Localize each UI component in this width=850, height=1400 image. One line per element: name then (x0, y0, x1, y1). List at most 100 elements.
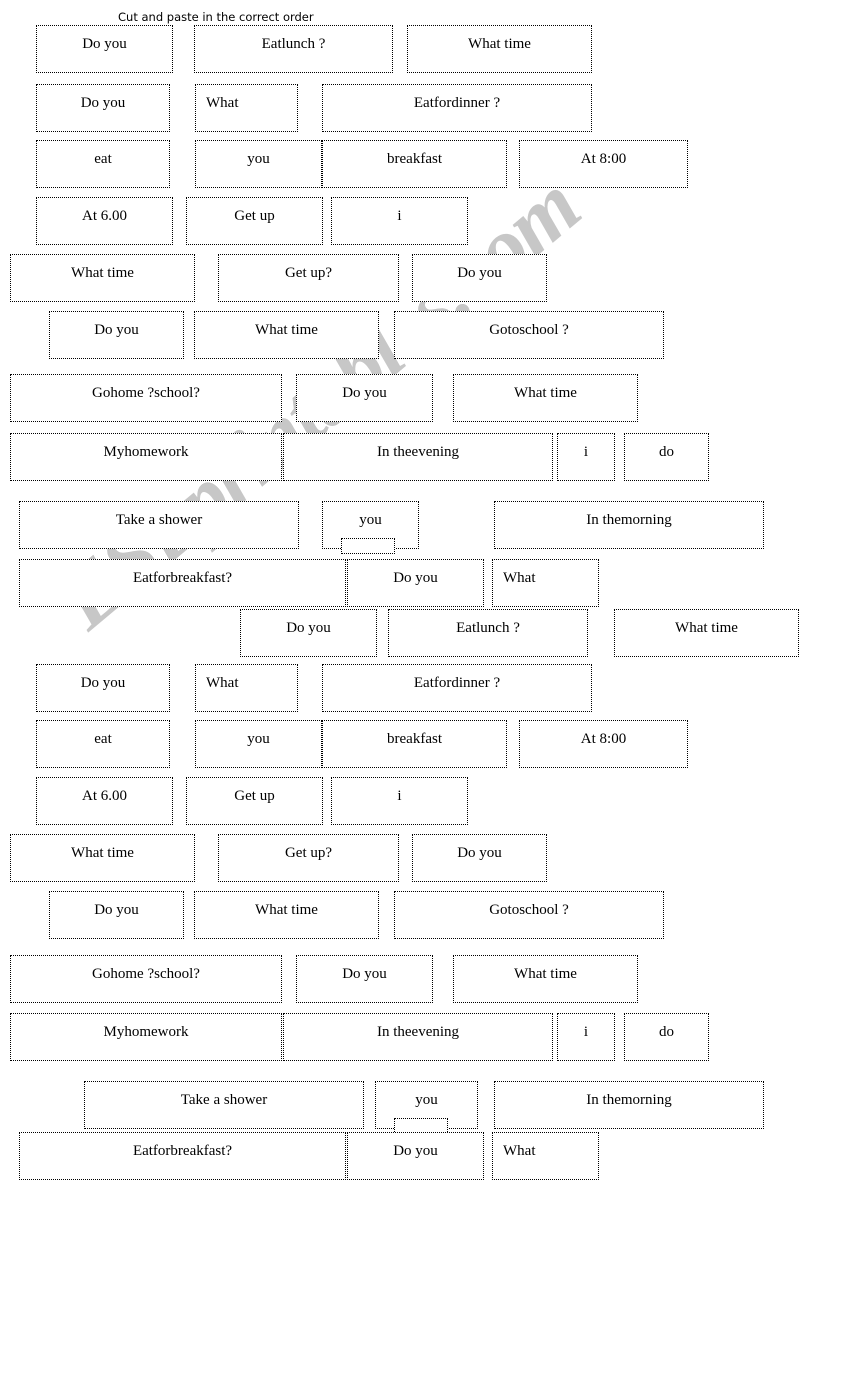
word-card[interactable]: What time (614, 609, 799, 657)
word-card[interactable]: i (331, 777, 468, 825)
card-row: Take a shower you In themorning (0, 501, 850, 554)
word-card[interactable]: Eatforbreakfast? (19, 1132, 346, 1180)
word-card[interactable]: breakfast (322, 140, 507, 188)
word-card[interactable]: Gotoschool ? (394, 891, 664, 939)
word-card[interactable]: Do you (36, 84, 170, 132)
word-card[interactable]: What (492, 559, 599, 607)
card-row: Do you What Eatfordinner ? (0, 664, 850, 712)
word-card[interactable]: Eatlunch ? (388, 609, 588, 657)
word-card-label: do (659, 444, 674, 460)
word-card[interactable]: Do you (296, 955, 433, 1003)
word-card-label: Myhomework (103, 444, 189, 460)
word-card[interactable]: do (624, 433, 709, 481)
word-card-label: What time (514, 385, 577, 401)
word-card[interactable]: you (195, 140, 322, 188)
word-card-label: At 6.00 (82, 788, 127, 804)
word-card[interactable]: breakfast (322, 720, 507, 768)
word-card[interactable]: you (195, 720, 322, 768)
word-card[interactable]: What time (453, 955, 638, 1003)
word-card[interactable]: Gohome ?school? (10, 374, 282, 422)
word-card[interactable]: Do you (412, 834, 547, 882)
word-card[interactable]: you (322, 501, 419, 554)
word-card[interactable]: Do you (240, 609, 377, 657)
word-card-label: What time (71, 265, 134, 281)
word-card-label: i (397, 788, 402, 804)
word-card[interactable]: Do you (36, 25, 173, 73)
word-card[interactable]: Eatforbreakfast? (19, 559, 346, 607)
word-card[interactable]: In themorning (494, 501, 764, 549)
word-card-label: Eatforbreakfast? (132, 570, 233, 586)
word-card[interactable]: Do you (347, 1132, 484, 1180)
word-card[interactable]: you (375, 1081, 478, 1134)
word-card[interactable]: What time (194, 311, 379, 359)
word-card[interactable]: In theevening (283, 1013, 553, 1061)
card-row: Eatforbreakfast? Do you What (0, 1132, 850, 1180)
word-card[interactable]: What time (194, 891, 379, 939)
word-card[interactable]: What time (453, 374, 638, 422)
word-card[interactable]: At 8:00 (519, 720, 688, 768)
word-card[interactable]: What time (10, 254, 195, 302)
word-card-label: Eatfordinner ? (413, 95, 501, 111)
word-card[interactable]: Get up (186, 197, 323, 245)
word-card[interactable]: Do you (412, 254, 547, 302)
word-card[interactable]: Myhomework (10, 1013, 282, 1061)
word-card[interactable]: In themorning (494, 1081, 764, 1129)
word-card[interactable]: Take a shower (19, 501, 299, 549)
word-card[interactable]: Take a shower (84, 1081, 364, 1129)
word-card[interactable]: Eatlunch ? (194, 25, 393, 73)
card-row: What time Get up? Do you (0, 254, 850, 302)
word-card[interactable]: i (557, 1013, 615, 1061)
word-card[interactable]: eat (36, 140, 170, 188)
word-card[interactable]: Get up? (218, 834, 399, 882)
word-card[interactable]: Myhomework (10, 433, 282, 481)
word-card[interactable]: eat (36, 720, 170, 768)
word-card[interactable]: Do you (49, 311, 184, 359)
card-row: Myhomework In theevening i do (0, 1013, 850, 1061)
word-card[interactable]: Gotoschool ? (394, 311, 664, 359)
card-row: Take a shower you In themorning (0, 1081, 850, 1134)
word-card-label: Eatforbreakfast? (132, 1143, 233, 1159)
word-card-label: Eatlunch ? (261, 36, 326, 52)
word-card[interactable]: At 6.00 (36, 777, 173, 825)
word-card[interactable]: In theevening (283, 433, 553, 481)
word-card-label: Gotoschool ? (489, 322, 569, 338)
word-card-label: What time (675, 620, 738, 636)
word-card-label: Eatlunch ? (456, 620, 520, 636)
word-card-label: Do you (342, 966, 387, 982)
card-row: eat you breakfast At 8:00 (0, 140, 850, 188)
word-card[interactable]: Eatfordinner ? (322, 664, 592, 712)
card-row: What time Get up? Do you (0, 834, 850, 882)
word-card[interactable]: At 8:00 (519, 140, 688, 188)
word-card[interactable]: Get up? (218, 254, 399, 302)
word-card-label: In themorning (586, 512, 672, 528)
word-card[interactable]: At 6.00 (36, 197, 173, 245)
word-card[interactable]: Get up (186, 777, 323, 825)
word-card[interactable]: i (331, 197, 468, 245)
card-stub-marker (341, 538, 395, 554)
word-card-label: Get up (234, 788, 275, 804)
word-card[interactable]: What (195, 664, 298, 712)
word-card[interactable]: What time (407, 25, 592, 73)
word-card-label: Get up? (284, 265, 333, 281)
word-card[interactable]: Gohome ?school? (10, 955, 282, 1003)
word-card[interactable]: i (557, 433, 615, 481)
word-card[interactable]: What (195, 84, 298, 132)
card-row: Myhomework In theevening i do (0, 433, 850, 481)
word-card[interactable]: Do you (296, 374, 433, 422)
word-card[interactable]: Do you (347, 559, 484, 607)
word-card-label: What time (514, 966, 577, 982)
word-card-label: Do you (342, 385, 387, 401)
card-row: Do you Eatlunch ? What time (0, 25, 850, 73)
word-card-label: What (206, 95, 239, 111)
word-card-label: Take a shower (180, 1092, 268, 1108)
page-title: Cut and paste in the correct order (118, 10, 314, 24)
word-card-label: What time (255, 322, 318, 338)
word-card[interactable]: What (492, 1132, 599, 1180)
card-row: Do you What time Gotoschool ? (0, 891, 850, 939)
word-card[interactable]: do (624, 1013, 709, 1061)
word-card-label: i (583, 444, 589, 460)
word-card[interactable]: Do you (49, 891, 184, 939)
word-card[interactable]: Eatfordinner ? (322, 84, 592, 132)
word-card[interactable]: What time (10, 834, 195, 882)
word-card[interactable]: Do you (36, 664, 170, 712)
